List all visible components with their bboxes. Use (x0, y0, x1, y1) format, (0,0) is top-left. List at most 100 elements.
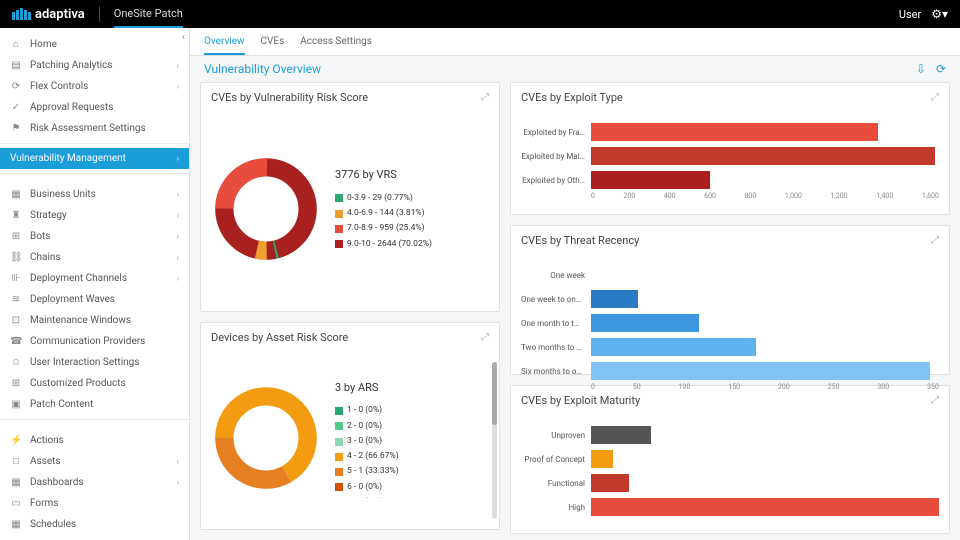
sidebar-item-label: Deployment Waves (30, 294, 115, 305)
bar-label: Six months to on… (521, 367, 591, 376)
sidebar-item[interactable]: ♜Strategy› (0, 205, 189, 226)
sidebar-item-label: Bots (30, 231, 50, 242)
expand-icon[interactable]: ⤢ (481, 332, 489, 343)
sidebar-item-vulnerability-management[interactable]: Vulnerability Management › (0, 148, 189, 169)
user-label[interactable]: User (899, 8, 921, 21)
divider (99, 6, 100, 22)
bar-row: Exploited by Fra… (521, 120, 939, 144)
sidebar-icon: ⌂ (10, 39, 22, 50)
tab-overview[interactable]: Overview (204, 36, 245, 55)
sidebar-item-label: Customized Products (30, 378, 126, 389)
sidebar-item[interactable]: ☎Communication Providers (0, 331, 189, 352)
legend-item: 5 - 1 (33.33%) (335, 464, 399, 479)
x-axis: 050100150200250300350 (591, 383, 939, 391)
sidebar-item[interactable]: □Assets› (0, 451, 189, 472)
sidebar-item[interactable]: ▤Patching Analytics› (0, 55, 189, 76)
tab-cves[interactable]: CVEs (261, 36, 285, 55)
sidebar-icon: ✓ (10, 102, 22, 113)
sidebar-item[interactable]: ⛓Chains› (0, 247, 189, 268)
legend-item: 4 - 2 (66.67%) (335, 449, 399, 464)
card-threat-recency: CVEs by Threat Recency ⤢ One weekOne wee… (510, 225, 950, 375)
sidebar-item[interactable]: ✓Approval Requests (0, 97, 189, 118)
legend-item: 7.0-8.9 - 959 (25.4%) (335, 221, 432, 236)
download-icon[interactable]: ⇩ (916, 62, 926, 76)
sidebar-item[interactable]: ⊡Maintenance Windows (0, 310, 189, 331)
sidebar-item[interactable]: ☺ User Interaction Settings (0, 352, 189, 373)
sidebar-item[interactable]: ▦Dashboards› (0, 472, 189, 493)
bar-row: One week to one … (521, 287, 939, 311)
brand-name: adaptiva (35, 7, 85, 22)
bar-row: Functional (521, 471, 939, 495)
sidebar-item[interactable]: ▦Schedules (0, 514, 189, 535)
sidebar-item[interactable]: ⚡Actions (0, 430, 189, 451)
brand-logo[interactable]: adaptiva (12, 7, 85, 22)
sidebar-icon: ☺ (10, 357, 22, 368)
card-exploit-type: CVEs by Exploit Type ⤢ Exploited by Fra…… (510, 82, 950, 215)
sidebar-icon: ⚡ (10, 435, 22, 446)
product-name[interactable]: OneSite Patch (114, 7, 183, 28)
tab-access-settings[interactable]: Access Settings (300, 36, 372, 55)
sidebar-item[interactable]: ⟳Flex Controls› (0, 76, 189, 97)
logo-icon (12, 8, 31, 20)
sidebar-item-label: Assets (30, 456, 61, 467)
bar-fill (591, 290, 638, 308)
bar-row: One month to two… (521, 311, 939, 335)
sidebar-icon: ♜ (10, 210, 22, 221)
sidebar-item-label: Risk Assessment Settings (30, 123, 146, 134)
bar-fill (591, 314, 699, 332)
chevron-right-icon: › (177, 190, 179, 199)
sidebar-item[interactable]: ▭Forms (0, 493, 189, 514)
legend-title: 3776 by VRS (335, 165, 432, 185)
expand-icon[interactable]: ⤢ (931, 235, 939, 246)
legend-item: 3 - 0 (0%) (335, 434, 399, 449)
sidebar-icon: ▦ (10, 477, 22, 488)
legend-title: 3 by ARS (335, 378, 399, 398)
chevron-right-icon: › (177, 274, 179, 283)
expand-icon[interactable]: ⤢ (931, 92, 939, 103)
donut-chart-ars (211, 383, 321, 493)
bar-fill (591, 147, 935, 165)
bar-fill (591, 450, 613, 468)
sidebar-item[interactable]: ⊞Customized Products (0, 373, 189, 394)
chevron-right-icon: › (177, 232, 179, 241)
sidebar-icon: ☎ (10, 336, 22, 347)
sidebar-item[interactable]: ⊪Deployment Channels› (0, 268, 189, 289)
legend-item: 0-3.9 - 29 (0.77%) (335, 191, 432, 206)
sidebar-item-label: Home (30, 39, 57, 50)
legend-item: 4.0-6.9 - 144 (3.81%) (335, 206, 432, 221)
scrollbar[interactable] (492, 362, 497, 519)
sidebar-icon: ▤ (10, 60, 22, 71)
bar-row: Exploited by Mal… (521, 144, 939, 168)
card-title: CVEs by Vulnerability Risk Score (211, 91, 368, 104)
sidebar-item-label: Schedules (30, 519, 76, 530)
sidebar-icon: ⛓ (10, 252, 22, 263)
sidebar-item[interactable]: ⚑ Risk Assessment Settings (0, 118, 189, 139)
donut-chart-vrs (211, 154, 321, 264)
tabs: Overview CVEs Access Settings (190, 28, 960, 56)
sidebar-item[interactable]: ⌂ Home (0, 34, 189, 55)
sidebar-item[interactable]: ▣Patch Content (0, 394, 189, 415)
sidebar-item-label: User Interaction Settings (30, 357, 139, 368)
refresh-icon[interactable]: ⟳ (936, 62, 946, 76)
sidebar-icon: ⊡ (10, 315, 22, 326)
sidebar-item[interactable]: ⊞ Bots › (0, 226, 189, 247)
gear-icon[interactable]: ⚙▾ (931, 7, 948, 21)
expand-icon[interactable]: ⤢ (481, 92, 489, 103)
chevron-right-icon: › (177, 253, 179, 262)
bar-fill (591, 498, 939, 516)
sidebar-icon: ⊪ (10, 273, 22, 284)
collapse-sidebar-icon[interactable]: ‹ (182, 32, 185, 43)
sidebar-item[interactable]: ▦Business Units› (0, 184, 189, 205)
bar-label: One month to two… (521, 319, 591, 328)
sidebar-icon: ▣ (10, 399, 22, 410)
sidebar-item[interactable]: ≋Deployment Waves (0, 289, 189, 310)
sidebar-icon: ⊞ (10, 231, 22, 242)
sidebar-item[interactable]: ◈Sensors (0, 535, 189, 540)
bar-label: High (521, 503, 591, 512)
bar-label: Proof of Concept (521, 455, 591, 464)
sidebar: ‹ ⌂ Home ▤Patching Analytics›⟳Flex Control… (0, 28, 190, 540)
bar-row: High (521, 495, 939, 519)
bar-row: Two months to si… (521, 335, 939, 359)
sidebar-icon: ⚑ (10, 123, 22, 134)
bar-fill (591, 123, 878, 141)
